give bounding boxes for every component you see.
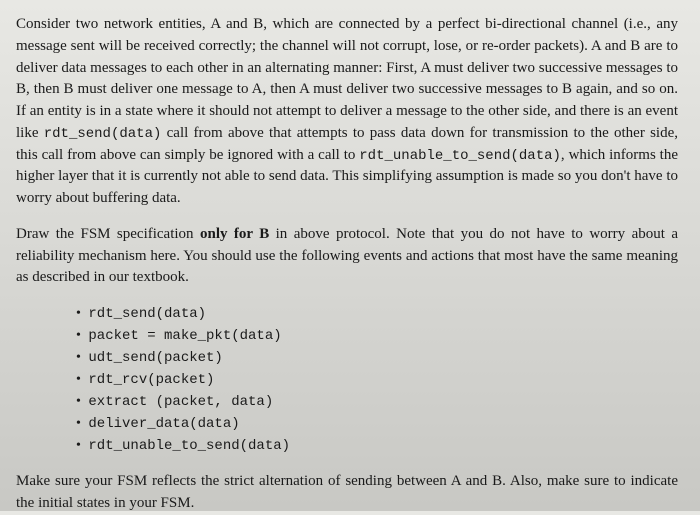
code-rdt-unable: rdt_unable_to_send(data) [359,148,561,164]
code-rdt-send: rdt_send(data) [44,126,162,142]
paragraph-2: Draw the FSM specification only for B in… [16,224,678,289]
para1-text-1: Consider two network entities, A and B, … [16,16,678,141]
bullet-list: rdt_send(data) packet = make_pkt(data) u… [76,303,678,457]
bullet-item: deliver_data(data) [76,413,678,435]
bullet-item: rdt_rcv(packet) [76,369,678,391]
bullet-item: packet = make_pkt(data) [76,325,678,347]
bullet-item: extract (packet, data) [76,391,678,413]
paragraph-3: Make sure your FSM reflects the strict a… [16,471,678,515]
paragraph-1: Consider two network entities, A and B, … [16,14,678,210]
bold-only-for-b: only for B [200,226,269,242]
bullet-item: udt_send(packet) [76,347,678,369]
bullet-item: rdt_unable_to_send(data) [76,435,678,457]
para2-text-1: Draw the FSM specification [16,226,200,242]
bullet-item: rdt_send(data) [76,303,678,325]
para3-text: Make sure your FSM reflects the strict a… [16,473,678,511]
